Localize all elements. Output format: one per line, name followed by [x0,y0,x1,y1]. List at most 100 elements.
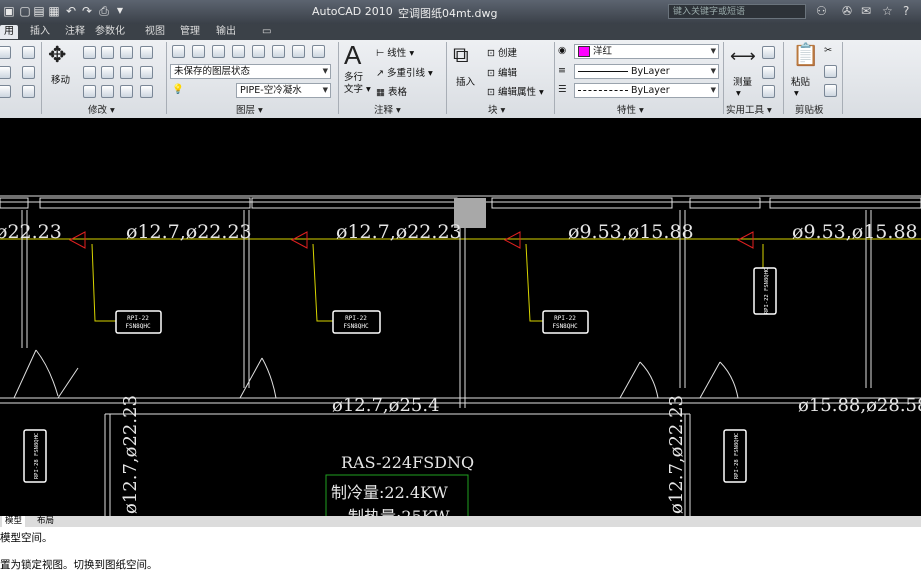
linetype-icon[interactable]: ≡ [558,65,566,76]
linetype-dropdown[interactable]: ByLayer ▼ [574,64,719,79]
ribbon-minimize-icon[interactable]: ▭ [262,25,271,39]
quick-select-icon[interactable] [762,46,775,59]
arc-tool-icon[interactable] [0,66,11,79]
tab-output[interactable]: 输出 [216,25,236,39]
search-input[interactable]: 键入关键字或短语 [668,4,806,19]
utilities-panel-label[interactable]: 实用工具 ▾ [726,104,772,118]
layer-isolate-icon[interactable] [212,45,225,58]
tools-icon[interactable]: ✇ [842,4,852,18]
match-properties-icon[interactable] [824,84,837,97]
insert-button-label[interactable]: 插入 [456,74,475,88]
offset-tool-icon[interactable] [140,66,153,79]
qat-dropdown-icon[interactable]: ▼ [113,4,127,18]
unit-tag-1[interactable]: RPI-22 FSN8QHC [115,310,162,334]
layer-prev-icon[interactable] [312,45,325,58]
vertical-unit-tag-1[interactable]: RPI-22 FSN8QHC [753,267,777,315]
lineweight-dropdown[interactable]: ByLayer ▼ [574,83,719,98]
vertical-unit-tag-2[interactable]: RPI-28 FSN8QHC [23,429,47,483]
edit-attrib-label: 编辑属性 [497,87,536,98]
paste-icon[interactable]: 📋 [792,42,819,68]
hatch-tool-icon[interactable] [0,85,11,98]
layer-state-icon[interactable] [192,45,205,58]
layer-match-icon[interactable] [292,45,305,58]
rotate-tool-icon[interactable] [83,46,96,59]
open-file-icon[interactable]: ▤ [32,4,46,18]
layer-properties-icon[interactable] [172,45,185,58]
color-dropdown[interactable]: 洋红 ▼ [574,44,719,59]
multileader-button[interactable]: ↗ 多重引线 ▾ [376,65,433,79]
tab-model[interactable]: 模型 [2,516,26,527]
layers-panel-label[interactable]: 图层 ▾ [236,104,263,118]
tab-annotate[interactable]: 注释 [65,25,85,39]
measure-icon[interactable]: ⟷ [730,46,756,67]
multiline-text-icon[interactable]: A [344,40,361,71]
subscription-icon[interactable]: ✉ [861,4,871,18]
chevron-down-icon: ▼ [322,67,328,75]
cut-icon[interactable]: ✂ [824,45,832,56]
properties-panel-label[interactable]: 特性 ▾ [617,104,644,118]
drawing-canvas[interactable]: RPI-22 FSN8QHC RPI-22 FSN8QHC RPI-22 FSN… [0,118,921,516]
new-file-icon[interactable]: ▢ [18,4,32,18]
edit-label: 编辑 [497,68,517,79]
tab-insert[interactable]: 插入 [30,25,50,39]
paste-button-label[interactable]: 粘贴 ▾ [791,74,810,99]
unit-tag-3[interactable]: RPI-22 FSN8QHC [542,310,589,334]
gradient-tool-icon[interactable] [22,85,35,98]
print-icon[interactable]: ⎙ [97,4,111,18]
tab-home[interactable]: 用 [0,25,18,39]
trim-tool-icon[interactable] [101,46,114,59]
circle-tool-icon[interactable] [0,46,11,59]
clipboard-panel-label[interactable]: 剪贴板 [795,104,824,118]
measure-button-label[interactable]: 测量 ▾ [733,74,752,99]
save-icon[interactable]: ▦ [47,4,61,18]
lineweight-icon[interactable]: ☰ [558,84,567,95]
insert-block-icon[interactable]: ⧉ [453,42,469,68]
edit-attributes-button[interactable]: ⊡ 编辑属性 ▾ [487,84,544,98]
create-block-button[interactable]: ⊡ 创建 [487,45,517,59]
chamfer-tool-icon[interactable] [140,85,153,98]
tab-view[interactable]: 视图 [145,25,165,39]
tab-parametric[interactable]: 参数化 [95,25,125,39]
stretch-tool-icon[interactable] [83,85,96,98]
vertical-unit-tag-3[interactable]: RPI-28 FSN8QHC [723,429,747,483]
lightbulb-icon[interactable]: 💡 [172,84,184,95]
id-point-icon[interactable] [762,85,775,98]
undo-icon[interactable]: ↶ [64,4,78,18]
move-button-label[interactable]: 移动 [51,72,70,86]
tab-layout[interactable]: 布局 [34,516,57,527]
scale-tool-icon[interactable] [101,85,114,98]
move-icon[interactable]: ✥ [48,42,66,68]
polygon-tool-icon[interactable] [22,66,35,79]
erase-tool-icon[interactable] [120,46,133,59]
annotation-panel-label[interactable]: 注释 ▾ [374,104,401,118]
mtext-button-label[interactable]: 多行 文字 ▾ [344,72,371,96]
current-layer-dropdown[interactable]: PIPE-空冷凝水 ▼ [236,83,331,98]
copy-clip-icon[interactable] [824,65,837,78]
binoculars-icon[interactable]: ⚇ [816,4,827,18]
fillet-tool-icon[interactable] [120,66,133,79]
linear-dimension-button[interactable]: ⊢ 线性 ▾ [376,45,414,59]
unit-tag-2[interactable]: RPI-22 FSN8QHC [332,310,381,334]
array-tool-icon[interactable] [120,85,133,98]
help-icon[interactable]: ? [903,4,909,18]
edit-block-button[interactable]: ⊡ 编辑 [487,65,517,79]
copy-tool-icon[interactable] [83,66,96,79]
calculator-icon[interactable] [762,66,775,79]
star-icon[interactable]: ☆ [882,4,893,18]
outdoor-unit-block[interactable]: RAS-224FSDNQ 制冷量:22.4KW 制热量:25KW [325,453,474,516]
layer-lock-icon[interactable] [272,45,285,58]
mirror-tool-icon[interactable] [101,66,114,79]
rectangle-tool-icon[interactable] [22,46,35,59]
block-panel-label[interactable]: 块 ▾ [488,104,505,118]
layer-state-dropdown[interactable]: 未保存的图层状态 ▼ [170,64,331,79]
color-wheel-icon[interactable]: ◉ [558,45,566,56]
redo-icon[interactable]: ↷ [80,4,94,18]
layer-off-icon[interactable] [232,45,245,58]
tab-manage[interactable]: 管理 [180,25,200,39]
table-button[interactable]: ▦ 表格 [376,84,407,98]
command-line[interactable]: 模型空间。 置为锁定视图。切换到图纸空间。 [0,527,921,576]
explode-tool-icon[interactable] [140,46,153,59]
app-menu-icon[interactable]: ▣ [2,4,16,18]
modify-panel-label[interactable]: 修改 ▾ [88,104,115,118]
layer-freeze-icon[interactable] [252,45,265,58]
